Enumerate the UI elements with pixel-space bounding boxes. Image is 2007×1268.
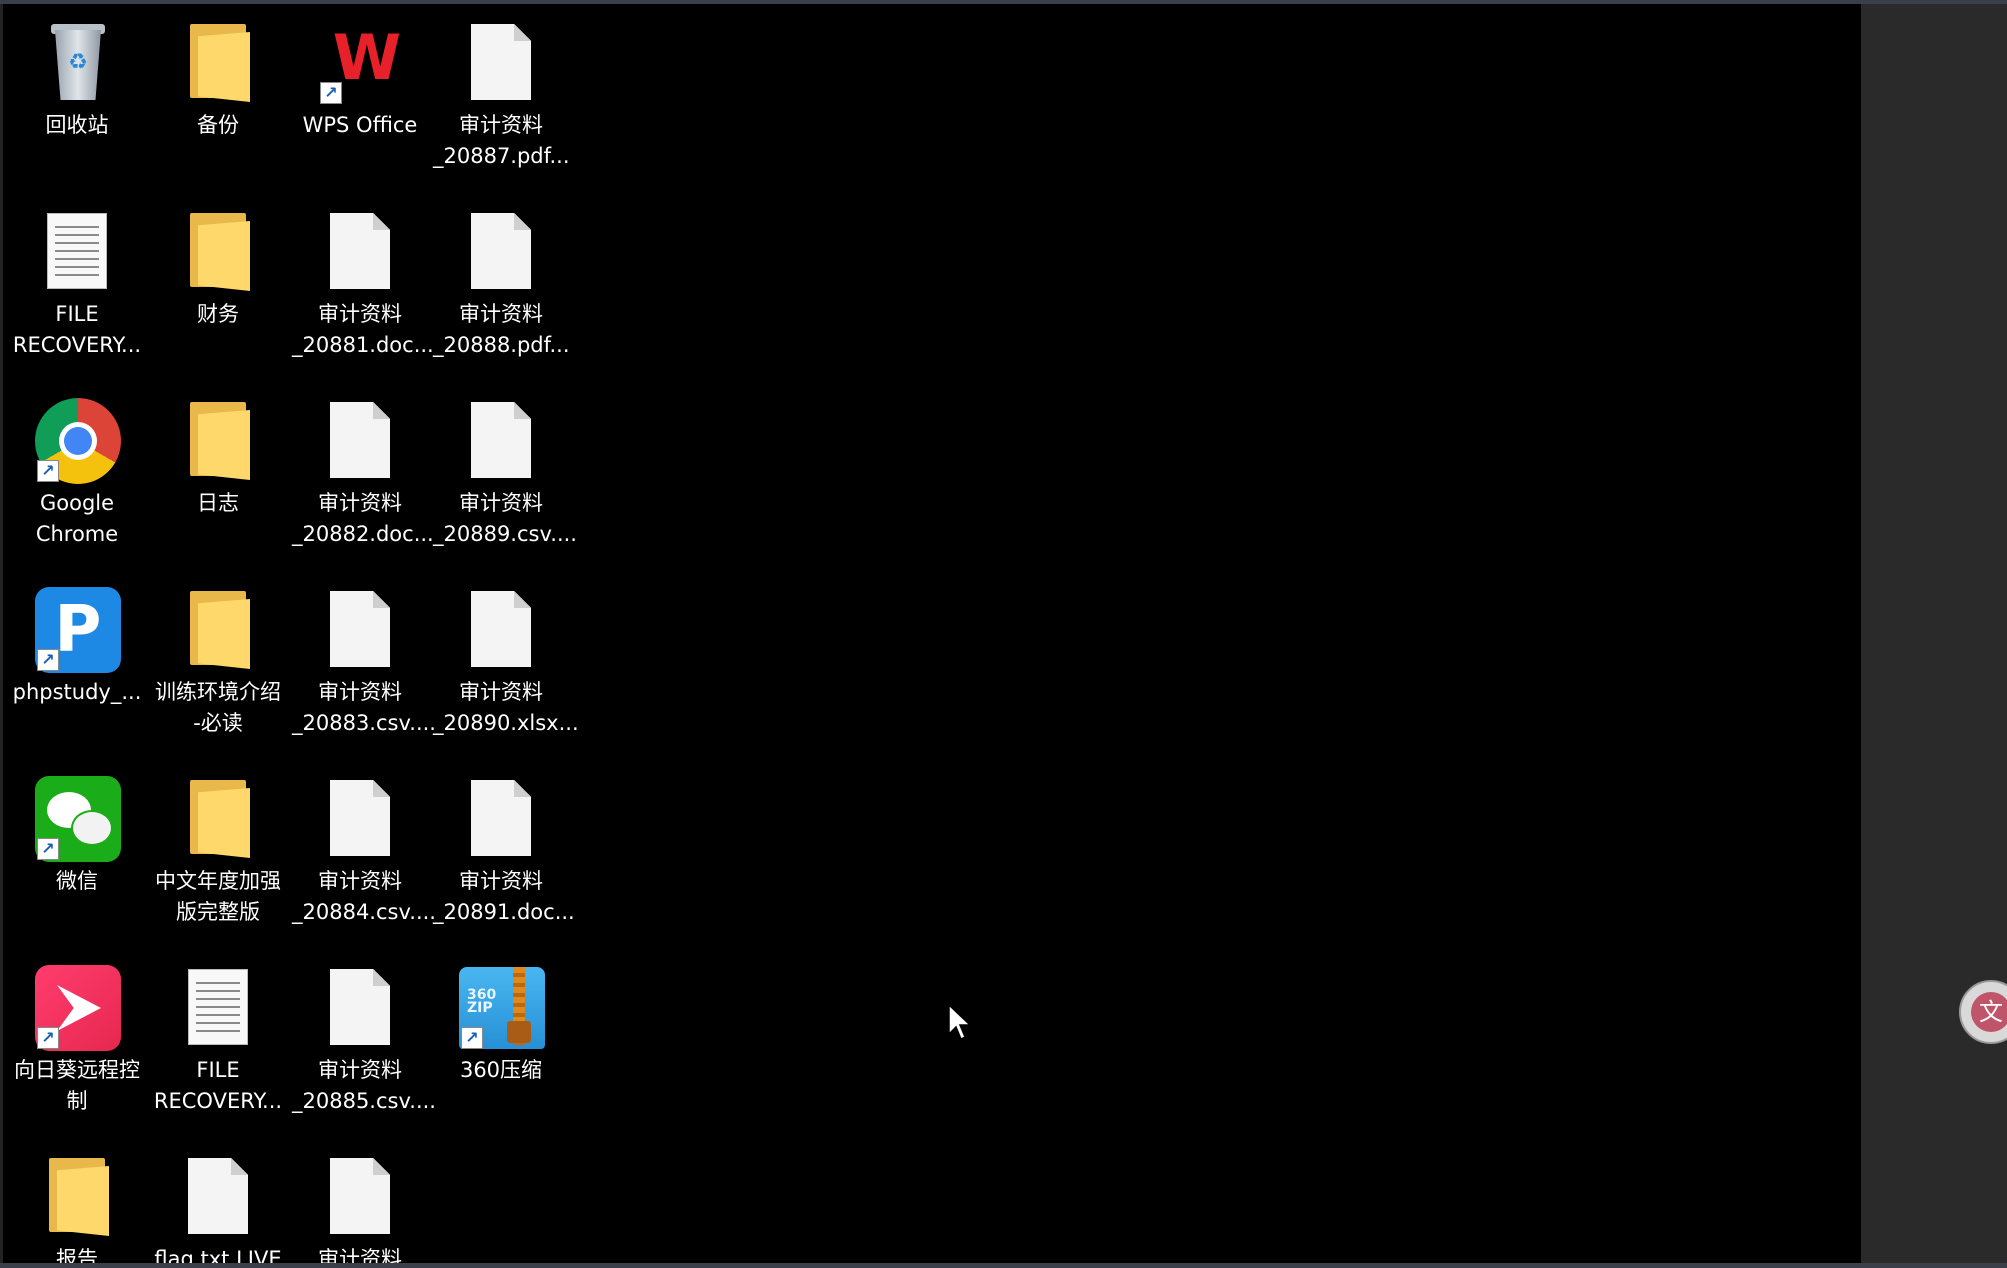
file-icon	[314, 774, 406, 864]
desktop-icon-finance-folder[interactable]: 财务	[150, 193, 286, 373]
text-file-icon	[31, 207, 123, 297]
shortcut-arrow-icon: ↗	[320, 82, 342, 104]
wps-office-icon: W ↗	[314, 18, 406, 108]
shortcut-arrow-icon: ↗	[37, 649, 59, 671]
file-icon	[455, 396, 547, 486]
desktop-icon-360zip[interactable]: 360 ZIP ↗ 360压缩	[433, 949, 569, 1129]
icon-label: flag.txt.LIVE	[154, 1247, 282, 1263]
desktop-icon-backup-folder[interactable]: 备份	[150, 4, 286, 184]
desktop-icon-audit-20890[interactable]: 审计资料 _20890.xlsx...	[433, 571, 579, 751]
file-icon	[314, 396, 406, 486]
icon-label: 审计资料 _20884.csv....	[292, 869, 436, 924]
folder-icon	[172, 18, 264, 108]
window-bottom-border	[0, 1263, 2007, 1268]
text-file-icon	[172, 963, 264, 1053]
chrome-icon: ↗	[31, 396, 123, 486]
mouse-cursor-icon	[948, 1004, 972, 1041]
shortcut-arrow-icon: ↗	[461, 1027, 483, 1049]
icon-label: 向日葵远程控制	[14, 1058, 140, 1113]
desktop-icon-audit-20882[interactable]: 审计资料 _20882.doc...	[292, 382, 434, 562]
file-icon	[314, 207, 406, 297]
desktop-icon-audit-partial[interactable]: 审计资料	[292, 1138, 428, 1263]
shortcut-arrow-icon: ↗	[37, 838, 59, 860]
desktop-icon-annual-enhanced-folder[interactable]: 中文年度加强 版完整版	[150, 760, 286, 940]
icon-label: 审计资料 _20882.doc...	[292, 491, 434, 546]
icon-label: 360压缩	[459, 1058, 543, 1082]
shortcut-arrow-icon: ↗	[37, 460, 59, 482]
file-icon	[314, 1152, 406, 1242]
icon-label: 审计资料 _20889.csv....	[433, 491, 577, 546]
icon-label: WPS Office	[302, 113, 418, 137]
desktop-icon-sunlogin[interactable]: ↗ 向日葵远程控制	[9, 949, 145, 1129]
desktop-icon-audit-20885[interactable]: 审计资料 _20885.csv....	[292, 949, 436, 1129]
icon-label: 审计资料 _20888.pdf...	[433, 302, 570, 357]
desktop-icon-flag-file[interactable]: flag.txt.LIVE	[150, 1138, 286, 1263]
icon-label: 审计资料 _20887.pdf...	[433, 113, 570, 168]
icon-label: 审计资料 _20891.doc...	[433, 869, 575, 924]
icon-label: 审计资料	[318, 1247, 402, 1263]
folder-icon	[172, 774, 264, 864]
icon-label: 审计资料 _20890.xlsx...	[433, 680, 579, 735]
file-icon	[455, 207, 547, 297]
desktop-icon-file-recovery-2[interactable]: FILE RECOVERY...	[150, 949, 286, 1129]
file-icon	[455, 585, 547, 675]
folder-icon	[172, 207, 264, 297]
desktop-icon-audit-20891[interactable]: 审计资料 _20891.doc...	[433, 760, 575, 940]
file-icon	[314, 963, 406, 1053]
icon-label: 微信	[56, 869, 98, 893]
desktop-icon-wps-office[interactable]: W ↗ WPS Office	[292, 4, 428, 184]
icon-label: 训练环境介绍 -必读	[155, 680, 281, 735]
desktop-icon-audit-20881[interactable]: 审计资料 _20881.doc...	[292, 193, 434, 373]
desktop-icon-phpstudy[interactable]: P ↗ phpstudy_...	[9, 571, 145, 751]
desktop[interactable]: ♻ 回收站 备份 W ↗ WPS Office 审计资料 _20887.pdf..…	[3, 4, 1861, 1263]
file-icon	[172, 1152, 264, 1242]
desktop-icon-training-intro-folder[interactable]: 训练环境介绍 -必读	[150, 571, 286, 751]
recycle-bin-icon: ♻	[31, 18, 123, 108]
side-panel	[1861, 4, 2007, 1263]
folder-icon	[172, 585, 264, 675]
file-icon	[455, 18, 547, 108]
desktop-icon-log-folder[interactable]: 日志	[150, 382, 286, 562]
file-icon	[314, 585, 406, 675]
icon-label: 财务	[197, 302, 239, 326]
desktop-icon-audit-20883[interactable]: 审计资料 _20883.csv....	[292, 571, 436, 751]
icon-label: phpstudy_...	[12, 680, 142, 704]
desktop-icon-google-chrome[interactable]: ↗ Google Chrome	[9, 382, 145, 562]
desktop-icon-audit-20887[interactable]: 审计资料 _20887.pdf...	[433, 4, 570, 184]
shortcut-arrow-icon: ↗	[37, 1027, 59, 1049]
desktop-icon-audit-20889[interactable]: 审计资料 _20889.csv....	[433, 382, 577, 562]
icon-label: 审计资料 _20885.csv....	[292, 1058, 436, 1113]
icon-label: FILE RECOVERY...	[12, 302, 142, 357]
icon-label: 日志	[197, 491, 239, 515]
sunlogin-icon: ↗	[31, 963, 123, 1053]
desktop-icon-file-recovery-1[interactable]: FILE RECOVERY...	[9, 193, 145, 373]
translate-icon: 文	[1971, 992, 2007, 1032]
desktop-icon-audit-20884[interactable]: 审计资料 _20884.csv....	[292, 760, 436, 940]
icon-label: Google Chrome	[35, 491, 119, 546]
wechat-icon: ↗	[31, 774, 123, 864]
zip-badge-text: ZIP	[467, 1000, 493, 1016]
desktop-icon-report-folder[interactable]: 报告	[9, 1138, 145, 1263]
360zip-icon: 360 ZIP ↗	[455, 963, 547, 1053]
folder-icon	[172, 396, 264, 486]
icon-label: 备份	[197, 113, 239, 137]
icon-label: 回收站	[45, 113, 109, 137]
icon-label: 报告	[56, 1247, 98, 1263]
desktop-icon-audit-20888[interactable]: 审计资料 _20888.pdf...	[433, 193, 570, 373]
icon-label: FILE RECOVERY...	[153, 1058, 283, 1113]
phpstudy-icon: P ↗	[31, 585, 123, 675]
folder-icon	[31, 1152, 123, 1242]
file-icon	[455, 774, 547, 864]
desktop-icon-wechat[interactable]: ↗ 微信	[9, 760, 145, 940]
icon-label: 审计资料 _20883.csv....	[292, 680, 436, 735]
icon-label: 中文年度加强 版完整版	[155, 869, 281, 924]
screen-frame: ♻ 回收站 备份 W ↗ WPS Office 审计资料 _20887.pdf..…	[0, 0, 2007, 1268]
icon-label: 审计资料 _20881.doc...	[292, 302, 434, 357]
desktop-icon-recycle-bin[interactable]: ♻ 回收站	[9, 4, 145, 184]
